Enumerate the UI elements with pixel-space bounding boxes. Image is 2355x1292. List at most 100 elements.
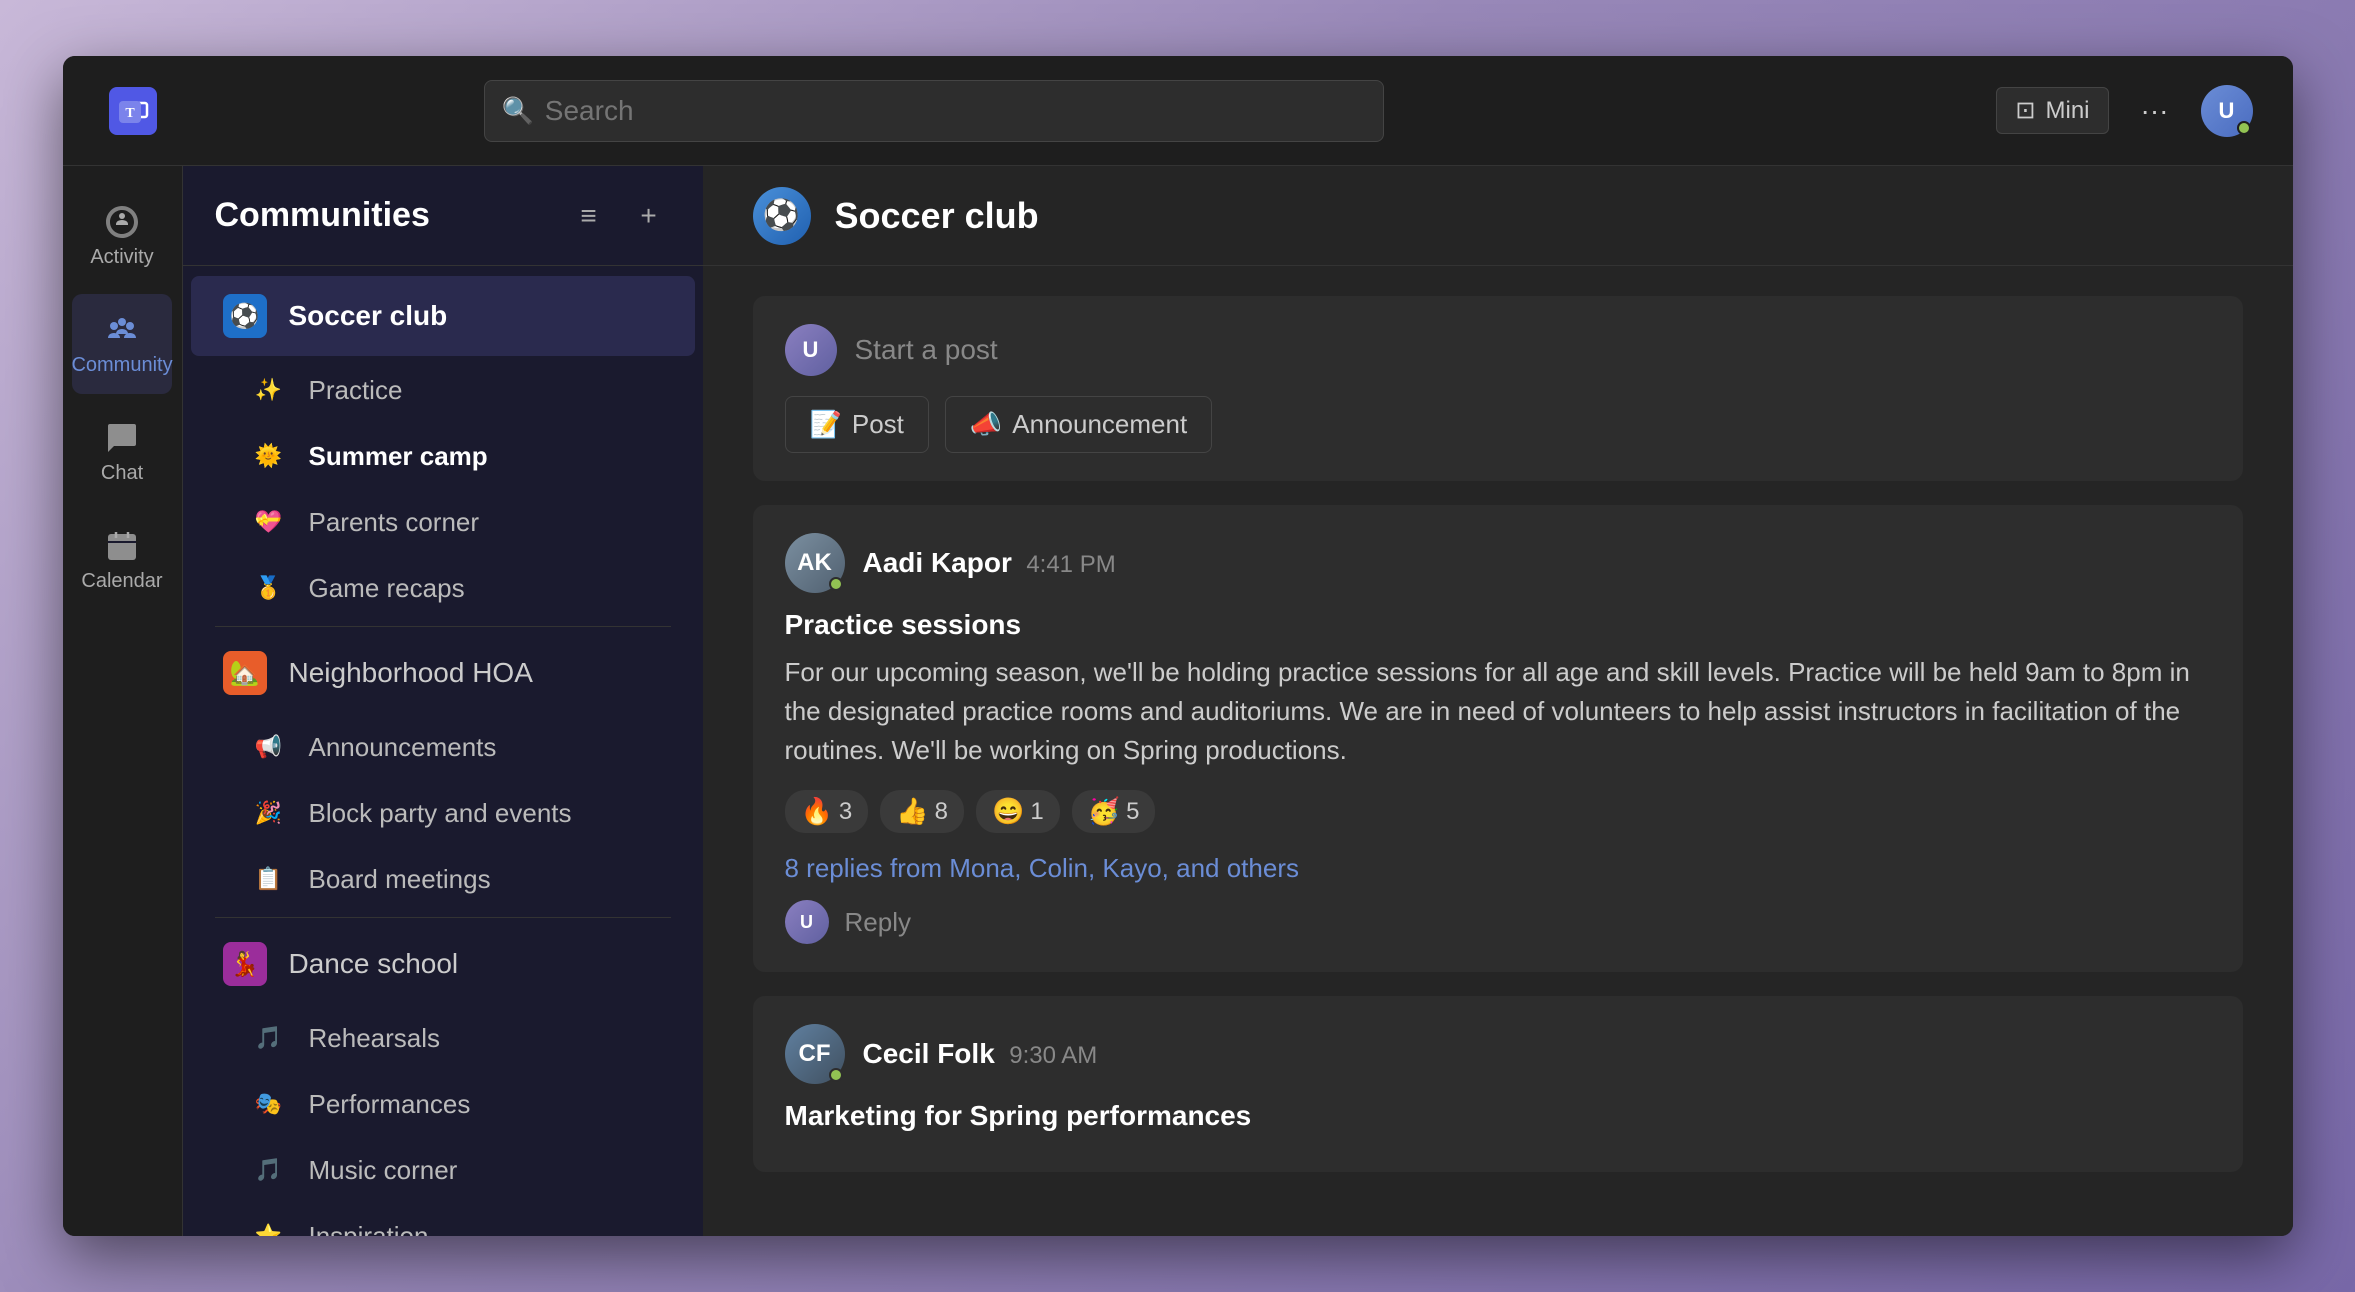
game-recaps-label: Game recaps: [309, 573, 465, 604]
dance-school-label: Dance school: [289, 948, 459, 980]
thumbsup-emoji: 👍: [896, 796, 928, 827]
mini-button[interactable]: ⊡ Mini: [1996, 87, 2108, 134]
channel-item-parents-corner[interactable]: 💝 Parents corner: [191, 490, 695, 554]
channel-item-practice[interactable]: ✨ Practice: [191, 358, 695, 422]
post-time-1: 4:41 PM: [1026, 551, 1115, 578]
post-author-wrap-1: Aadi Kapor 4:41 PM: [863, 547, 1116, 579]
announcement-icon: 📣: [970, 409, 1002, 440]
nav-calendar-label: Calendar: [81, 570, 162, 593]
composer-avatar: U: [785, 324, 837, 376]
main-content: Activity Community Chat: [63, 166, 2293, 1236]
post-author-1: Aadi Kapor: [863, 547, 1012, 578]
reply-input-1[interactable]: Reply: [845, 907, 2211, 938]
composer-top: U Start a post: [785, 324, 2211, 376]
announcements-label: Announcements: [309, 732, 497, 763]
thumbsup-count: 8: [935, 798, 948, 826]
posts-area: U Start a post 📝 Post 📣 Announcement: [703, 266, 2293, 1236]
community-item-dance-school[interactable]: 💃 Dance school: [191, 924, 695, 1004]
inspiration-label: Inspiration: [309, 1221, 429, 1237]
board-meetings-icon: 📋: [251, 861, 287, 897]
post-time-2: 9:30 AM: [1009, 1042, 1097, 1069]
community-item-hoa[interactable]: 🏡 Neighborhood HOA: [191, 633, 695, 713]
titlebar-right: ⊡ Mini ··· U: [1996, 85, 2252, 137]
teams-logo: T: [103, 81, 163, 141]
parents-corner-icon: 💝: [251, 504, 287, 540]
hoa-label: Neighborhood HOA: [289, 657, 533, 689]
channel-item-block-party[interactable]: 🎉 Block party and events: [191, 781, 695, 845]
reaction-fire[interactable]: 🔥 3: [785, 790, 869, 833]
music-corner-icon: 🎵: [251, 1152, 287, 1188]
block-party-icon: 🎉: [251, 795, 287, 831]
practice-label: Practice: [309, 375, 403, 406]
block-party-label: Block party and events: [309, 798, 572, 829]
post-icon: 📝: [810, 409, 842, 440]
announcement-button[interactable]: 📣 Announcement: [945, 396, 1212, 453]
reactions-1: 🔥 3 👍 8 😄 1 🥳 5: [785, 790, 2211, 833]
announcements-icon: 📢: [251, 729, 287, 765]
reply-row-1: U Reply: [785, 900, 2211, 944]
main-panel: ⚽ Soccer club U Start a post 📝 Post: [703, 166, 2293, 1236]
smile-count: 1: [1030, 798, 1043, 826]
dance-school-icon: 💃: [223, 942, 267, 986]
channel-item-rehearsals[interactable]: 🎵 Rehearsals: [191, 1006, 695, 1070]
user-avatar[interactable]: U: [2201, 85, 2253, 137]
performances-label: Performances: [309, 1089, 471, 1120]
soccer-club-icon: ⚽: [223, 294, 267, 338]
reply-avatar-1: U: [785, 900, 829, 944]
channel-item-board-meetings[interactable]: 📋 Board meetings: [191, 847, 695, 911]
nav-item-community[interactable]: Community: [72, 294, 172, 394]
search-bar: 🔍: [484, 80, 1384, 142]
nav-community-label: Community: [71, 354, 172, 377]
post-btn-label: Post: [852, 409, 904, 440]
add-community-button[interactable]: +: [627, 194, 671, 238]
svg-text:T: T: [125, 106, 135, 121]
board-meetings-label: Board meetings: [309, 864, 491, 895]
channel-item-announcements[interactable]: 📢 Announcements: [191, 715, 695, 779]
post-header-1: AK Aadi Kapor 4:41 PM: [785, 533, 2211, 593]
channel-item-performances[interactable]: 🎭 Performances: [191, 1072, 695, 1136]
music-corner-label: Music corner: [309, 1155, 458, 1186]
fire-count: 3: [839, 798, 852, 826]
composer-placeholder[interactable]: Start a post: [855, 334, 998, 366]
channel-item-inspiration[interactable]: ⭐ Inspiration: [191, 1204, 695, 1236]
channel-item-music-corner[interactable]: 🎵 Music corner: [191, 1138, 695, 1202]
mini-label: Mini: [2046, 97, 2090, 125]
post-body-1: For our upcoming season, we'll be holdin…: [785, 653, 2211, 770]
post-avatar-1: AK: [785, 533, 845, 593]
summer-camp-label: Summer camp: [309, 441, 488, 472]
search-input[interactable]: [484, 80, 1384, 142]
channel-header-icon: ⚽: [753, 187, 811, 245]
party-emoji: 🥳: [1088, 796, 1120, 827]
app-window: T 🔍 ⊡ Mini ··· U: [63, 56, 2293, 1236]
post-button[interactable]: 📝 Post: [785, 396, 929, 453]
sidebar: Communities ≡ + ⚽ Soccer club ✨ Practice…: [183, 166, 703, 1236]
post-avatar-2: CF: [785, 1024, 845, 1084]
nav-item-chat[interactable]: Chat: [72, 402, 172, 502]
reaction-party[interactable]: 🥳 5: [1072, 790, 1156, 833]
channel-item-game-recaps[interactable]: 🥇 Game recaps: [191, 556, 695, 620]
rehearsals-label: Rehearsals: [309, 1023, 441, 1054]
nav-item-activity[interactable]: Activity: [72, 186, 172, 286]
divider-2: [215, 917, 671, 918]
post-title-1: Practice sessions: [785, 609, 2211, 641]
post-online-1: [829, 577, 843, 591]
performances-icon: 🎭: [251, 1086, 287, 1122]
divider-1: [215, 626, 671, 627]
nav-item-calendar[interactable]: Calendar: [72, 510, 172, 610]
announcement-btn-label: Announcement: [1012, 409, 1187, 440]
replies-link-1[interactable]: 8 replies from Mona, Colin, Kayo, and ot…: [785, 853, 2211, 884]
reaction-thumbsup[interactable]: 👍 8: [880, 790, 964, 833]
sidebar-title: Communities: [215, 196, 567, 235]
inspiration-icon: ⭐: [251, 1218, 287, 1236]
summer-camp-icon: 🌞: [251, 438, 287, 474]
post-card-1: AK Aadi Kapor 4:41 PM Practice sessions …: [753, 505, 2243, 972]
reaction-smile[interactable]: 😄 1: [976, 790, 1060, 833]
channel-item-summer-camp[interactable]: 🌞 Summer camp: [191, 424, 695, 488]
nav-activity-label: Activity: [90, 246, 153, 269]
filter-button[interactable]: ≡: [567, 194, 611, 238]
practice-icon: ✨: [251, 372, 287, 408]
hoa-icon: 🏡: [223, 651, 267, 695]
post-composer: U Start a post 📝 Post 📣 Announcement: [753, 296, 2243, 481]
community-item-soccer-club[interactable]: ⚽ Soccer club: [191, 276, 695, 356]
more-options-button[interactable]: ···: [2133, 87, 2177, 135]
